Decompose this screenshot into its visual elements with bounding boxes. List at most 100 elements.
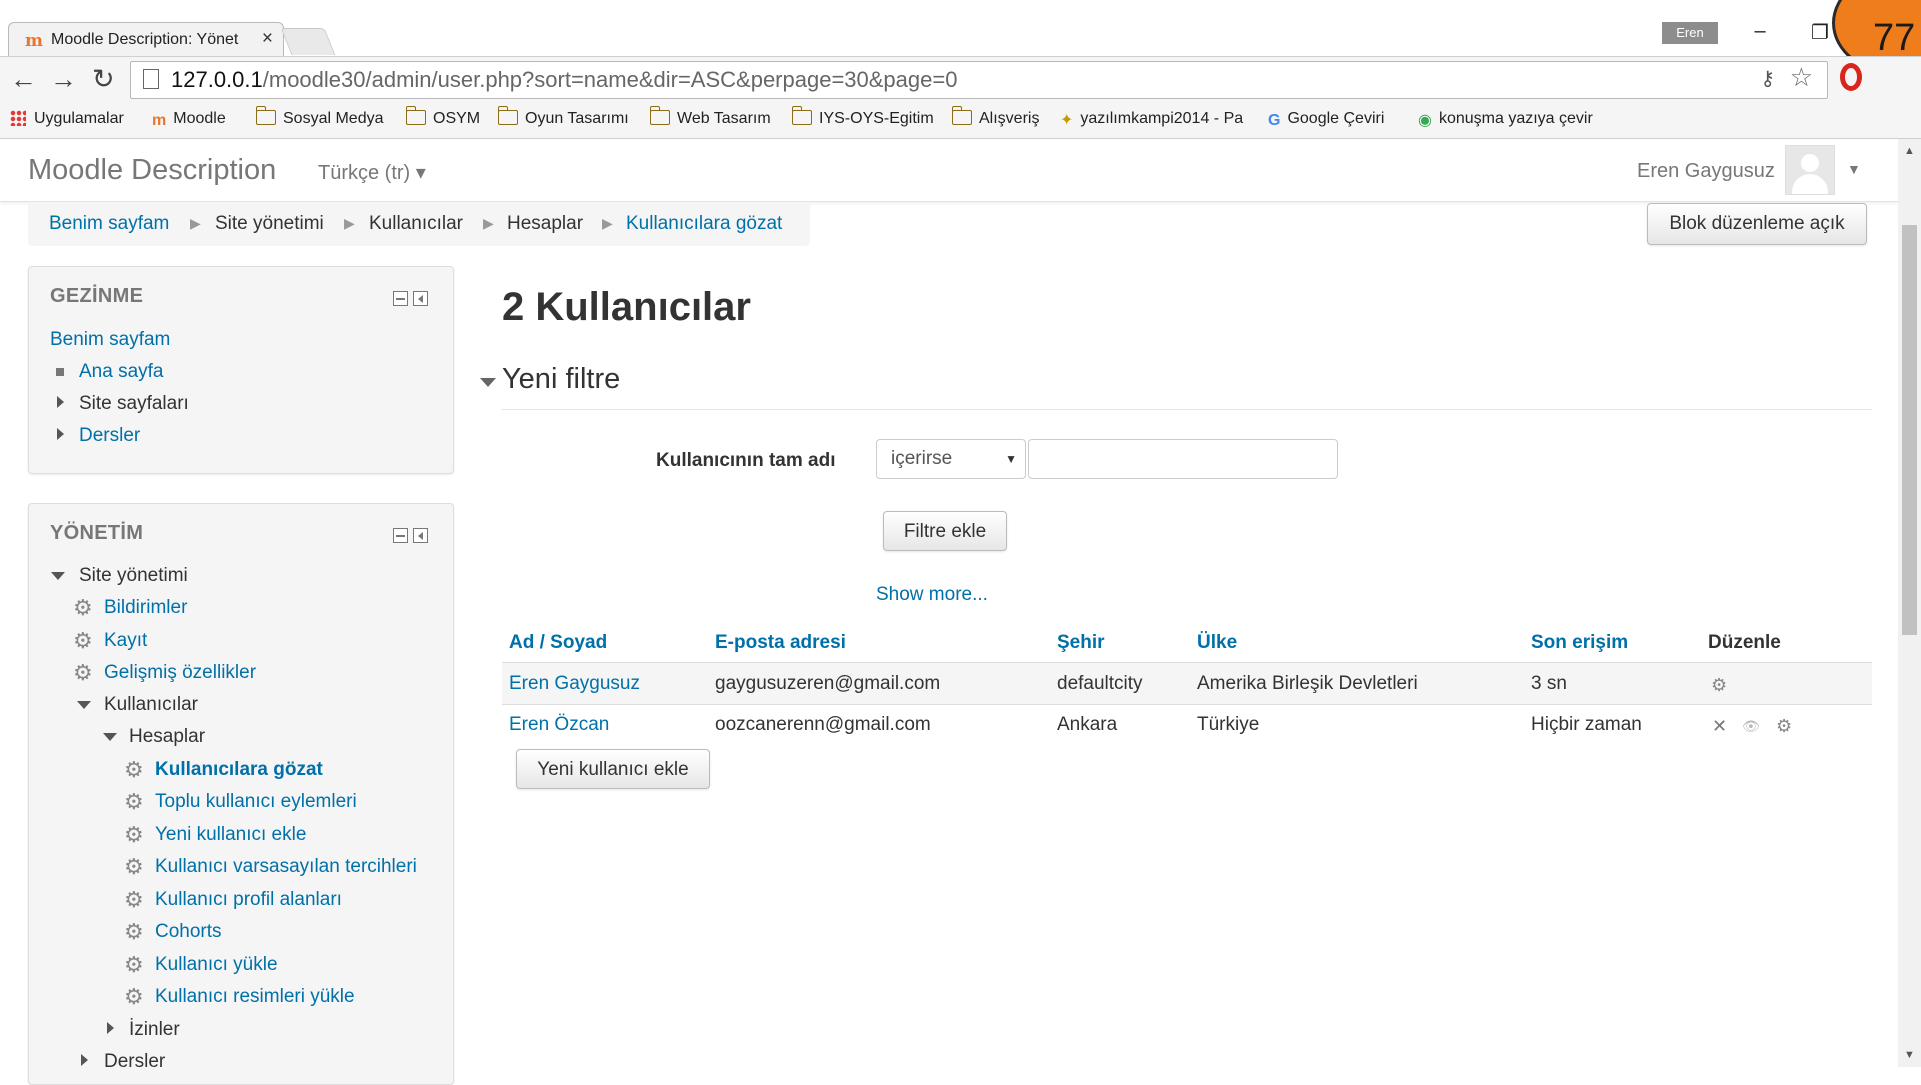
notification-count: 77 <box>1873 17 1916 59</box>
scrollbar-thumb[interactable] <box>1902 225 1917 635</box>
browser-tabbar: m Moodle Description: Yönet × Eren – ❐ 7… <box>0 0 1921 76</box>
add-new-user-button[interactable]: Yeni kullanıcı ekle <box>516 749 710 789</box>
bookmark-oyun-tasarimi[interactable]: Oyun Tasarımı <box>498 106 629 128</box>
dock-block-icon[interactable] <box>413 291 428 306</box>
scroll-down-icon[interactable]: ▼ <box>1904 1049 1915 1061</box>
key-icon[interactable]: ⚷ <box>1760 66 1775 91</box>
admin-users[interactable]: Kullanıcılar <box>104 694 198 716</box>
browser-profile-button[interactable]: Eren <box>1662 22 1718 44</box>
admin-user-profile-fields[interactable]: Kullanıcı profil alanları <box>155 889 342 911</box>
column-header-edit: Düzenle <box>1708 632 1781 653</box>
filter-operator-select[interactable]: içerirse ▼ <box>876 439 1026 479</box>
page-scrollbar[interactable]: ▲ ▼ <box>1898 139 1921 1067</box>
language-menu[interactable]: Türkçe (tr) ▾ <box>318 160 426 185</box>
user-name-link[interactable]: Eren Gaygusuz <box>509 673 640 695</box>
expand-arrow-icon[interactable] <box>81 1054 88 1066</box>
browser-tab-active[interactable]: m Moodle Description: Yönet × <box>8 22 284 57</box>
bookmark-web-tasarim[interactable]: Web Tasarım <box>650 106 771 128</box>
admin-add-new-user[interactable]: Yeni kullanıcı ekle <box>155 824 306 846</box>
bookmark-konusma[interactable]: ◉ konuşma yazıya çevir <box>1418 110 1608 130</box>
collapse-block-icon[interactable] <box>393 528 408 543</box>
bookmark-sosyal-medya[interactable]: Sosyal Medya <box>256 106 384 128</box>
gear-icon: ⚙ <box>124 984 144 1009</box>
bookmark-star-icon[interactable]: ☆ <box>1790 62 1813 93</box>
nav-site-pages[interactable]: Site sayfaları <box>79 393 189 415</box>
admin-user-default-preferences[interactable]: Kullanıcı varsasayılan tercihleri <box>155 856 417 878</box>
bookmark-yazilimkampi[interactable]: ✦ yazılımkampi2014 - Pa <box>1060 110 1250 130</box>
admin-advanced-features[interactable]: Gelişmiş özellikler <box>104 662 256 684</box>
gear-icon: ⚙ <box>124 952 144 977</box>
page-title: 2 Kullanıcılar <box>502 285 751 329</box>
column-header-email[interactable]: E-posta adresi <box>715 632 846 654</box>
breadcrumb-home[interactable]: Benim sayfam <box>49 213 169 235</box>
gear-icon: ⚙ <box>73 660 93 685</box>
collapse-arrow-icon[interactable] <box>480 378 496 387</box>
breadcrumb-separator-icon: ▶ <box>190 215 201 231</box>
column-header-last-access[interactable]: Son erişim <box>1531 632 1628 654</box>
admin-upload-user-pictures[interactable]: Kullanıcı resimleri yükle <box>155 986 355 1008</box>
column-header-name[interactable]: Ad / Soyad <box>509 632 607 654</box>
forward-arrow-icon[interactable]: → <box>50 64 77 95</box>
user-menu-caret-icon[interactable]: ▼ <box>1847 161 1861 177</box>
expand-arrow-icon[interactable] <box>57 428 64 440</box>
bookmark-alisveris[interactable]: Alışveriş <box>952 106 1039 128</box>
edit-blocks-button[interactable]: Blok düzenleme açık <box>1647 203 1867 245</box>
address-url[interactable]: 127.0.0.1/moodle30/admin/user.php?sort=n… <box>171 67 957 93</box>
bookmark-iys-oys[interactable]: IYS-OYS-Egitim <box>792 106 934 128</box>
folder-icon <box>952 106 972 125</box>
nav-my-home[interactable]: Benim sayfam <box>50 329 170 351</box>
site-brand-link[interactable]: Moodle Description <box>28 154 276 187</box>
filter-legend[interactable]: Yeni filtre <box>502 363 620 396</box>
edit-gear-icon[interactable]: ⚙ <box>1776 716 1792 736</box>
user-menu-name[interactable]: Eren Gaygusuz <box>1637 160 1775 183</box>
navigation-block-title: GEZİNME <box>50 285 144 307</box>
browser-toolbar: ← → ↻ 127.0.0.1/moodle30/admin/user.php?… <box>0 56 1921 105</box>
user-country: Türkiye <box>1197 714 1260 735</box>
admin-registration[interactable]: Kayıt <box>104 630 147 652</box>
collapse-arrow-icon[interactable] <box>103 733 117 741</box>
avatar[interactable] <box>1785 145 1835 195</box>
admin-browse-users[interactable]: Kullanıcılara gözat <box>155 759 323 781</box>
column-header-city[interactable]: Şehir <box>1057 632 1105 654</box>
bookmark-apps[interactable]: Uygulamalar <box>10 110 124 128</box>
moodle-favicon-icon: m <box>25 31 43 51</box>
tab-close-icon[interactable]: × <box>262 28 273 50</box>
collapse-block-icon[interactable] <box>393 291 408 306</box>
show-more-link[interactable]: Show more... <box>876 584 988 606</box>
breadcrumb-separator-icon: ▶ <box>602 215 613 231</box>
bookmark-moodle[interactable]: m Moodle <box>152 110 226 130</box>
admin-site-administration[interactable]: Site yönetimi <box>79 565 188 587</box>
bookmark-osym[interactable]: OSYM <box>406 106 480 128</box>
admin-permissions[interactable]: İzinler <box>129 1019 180 1041</box>
admin-cohorts[interactable]: Cohorts <box>155 921 222 943</box>
breadcrumb-browse-users[interactable]: Kullanıcılara gözat <box>626 213 782 235</box>
new-tab-button[interactable] <box>280 28 336 55</box>
reload-icon[interactable]: ↻ <box>92 64 115 95</box>
address-bar[interactable]: 127.0.0.1/moodle30/admin/user.php?sort=n… <box>130 61 1828 99</box>
collapse-arrow-icon[interactable] <box>51 572 65 580</box>
nav-courses[interactable]: Dersler <box>79 425 140 447</box>
filter-value-input[interactable] <box>1028 439 1338 479</box>
admin-upload-users[interactable]: Kullanıcı yükle <box>155 954 278 976</box>
delete-icon[interactable]: ✕ <box>1712 716 1727 736</box>
admin-accounts[interactable]: Hesaplar <box>129 726 205 748</box>
admin-bulk-user-actions[interactable]: Toplu kullanıcı eylemleri <box>155 791 357 813</box>
eye-icon[interactable]: 👁 <box>1742 716 1760 736</box>
user-name-link[interactable]: Eren Özcan <box>509 714 609 736</box>
expand-arrow-icon[interactable] <box>107 1022 114 1034</box>
column-header-country[interactable]: Ülke <box>1197 632 1237 654</box>
minimize-window-icon[interactable]: – <box>1740 20 1780 50</box>
admin-notifications[interactable]: Bildirimler <box>104 597 187 619</box>
scroll-up-icon[interactable]: ▲ <box>1904 145 1915 157</box>
admin-courses[interactable]: Dersler <box>104 1051 165 1073</box>
edit-gear-icon[interactable]: ⚙ <box>1711 675 1727 695</box>
back-arrow-icon[interactable]: ← <box>10 64 37 95</box>
add-filter-button[interactable]: Filtre ekle <box>883 511 1007 551</box>
nav-site-home[interactable]: Ana sayfa <box>79 361 164 383</box>
collapse-arrow-icon[interactable] <box>77 701 91 709</box>
bookmark-google-ceviri[interactable]: G Google Çeviri <box>1268 110 1384 130</box>
folder-icon <box>498 106 518 125</box>
expand-arrow-icon[interactable] <box>57 396 64 408</box>
dock-block-icon[interactable] <box>413 528 428 543</box>
opera-extension-icon[interactable] <box>1840 63 1862 91</box>
